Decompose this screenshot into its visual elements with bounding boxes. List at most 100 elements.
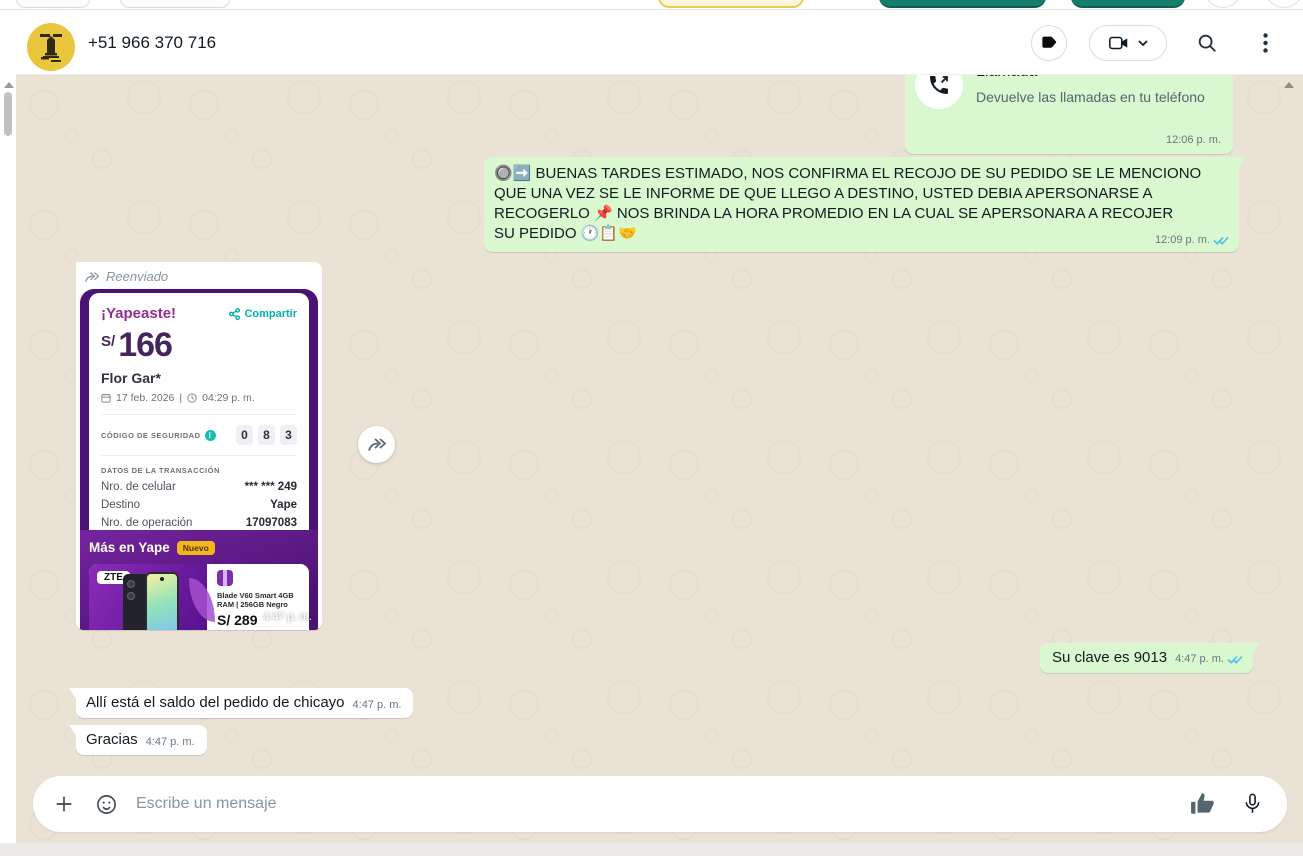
contact-name[interactable]: +51 966 370 716 [88,10,216,75]
recipient-name: Flor Gar* [101,370,161,386]
message-text: Su clave es 9013 [1052,649,1168,666]
row-label: Nro. de celular [101,481,176,493]
host-toolbar-strip [0,0,1303,10]
info-icon[interactable]: i [204,429,216,441]
bottom-strip [0,843,1303,856]
message-time: 4:47 p. m. [145,736,195,748]
label-tag-icon [1041,36,1056,48]
forward-icon [367,438,386,451]
chat-header: +51 966 370 716 [16,10,1303,75]
share-icon [229,307,241,320]
forwarded-label: Reenviado [106,269,169,284]
call-message: Llamada Devuelve las llamadas en tu telé… [905,75,1233,154]
host-tab[interactable] [120,0,230,8]
row-label: Nro. de operación [101,517,193,529]
transaction-row: Nro. de operación 17097083 [101,517,297,529]
header-actions [1031,10,1283,75]
message-time: 4:47 p. m. [352,699,402,711]
host-circle-button[interactable] [1265,0,1303,8]
row-value: Yape [270,499,297,511]
microphone-icon [1245,793,1260,813]
clock-icon [187,393,197,403]
chevron-down-icon [1138,39,1148,46]
emoji-sticker-button[interactable] [95,793,118,816]
incoming-message: Allí está el saldo del pedido de chicayo… [68,688,414,718]
currency: S/ [101,333,116,350]
time: 04:29 p. m. [202,392,255,404]
row-value: 17097083 [245,517,297,529]
calendar-icon [101,393,111,403]
video-camera-icon [1109,36,1128,49]
digit-box: 8 [258,425,275,445]
message-time: 12:06 p. m. [1165,134,1221,146]
amount: 166 [118,326,173,364]
read-receipt-icon [1227,655,1243,664]
host-tab[interactable] [16,0,90,8]
host-circle-button[interactable] [1204,0,1242,8]
new-badge: Nuevo [176,540,215,555]
search-icon [1198,34,1216,52]
transaction-row: Nro. de celular *** *** 249 [101,481,297,493]
sticker-smiley-icon [97,794,116,814]
yape-title: ¡Yapeaste! [101,305,177,322]
separator: | [179,392,183,404]
message-composer [33,776,1287,832]
forward-message-button[interactable] [358,426,395,463]
outgoing-message: 🔘➡️ BUENAS TARDES ESTIMADO, NOS CONFIRMA… [484,157,1246,252]
security-digits: 0 8 3 [236,425,297,445]
message-text: Gracias [86,731,138,748]
call-subtitle: Devuelve las llamadas en tu teléfono [976,89,1205,105]
incoming-message: Gracias 4:47 p. m. [69,725,207,755]
message-text: 🔘➡️ BUENAS TARDES ESTIMADO, NOS CONFIRMA… [494,165,1202,242]
outgoing-message: Su clave es 9013 4:47 p. m. [1040,643,1260,673]
video-call-button[interactable] [1089,24,1167,61]
share-label: Compartir [244,307,297,320]
thumbs-up-icon [1191,793,1214,814]
contact-avatar[interactable] [27,23,75,71]
scroll-up-arrow[interactable] [4,82,14,88]
plus-icon [56,796,72,812]
forwarded-icon [84,271,100,282]
security-code-text: CÓDIGO DE SEGURIDAD [101,430,201,440]
building-avatar-art [40,34,62,62]
call-icon-circle [915,75,963,109]
message-input[interactable] [136,795,1190,813]
product-name: Blade V60 Smart 4GB RAM | 256GB Negro [217,591,294,609]
message-time: 4:47 p. m. [1175,653,1224,665]
message-time: 4:47 p. m. [263,611,312,623]
row-value: *** *** 249 [244,481,297,493]
digit-box: 3 [280,425,297,445]
digit-box: 0 [236,425,253,445]
transaction-datetime: 17 feb. 2026 | 04:29 p. m. [101,392,297,404]
chat-scroll-up-arrow[interactable] [1284,82,1294,88]
host-teal-button[interactable] [879,0,1046,8]
scrollbar-thumb[interactable] [4,92,12,136]
attach-button[interactable] [53,793,75,815]
transaction-row: Destino Yape [101,499,297,511]
labels-button[interactable] [1031,24,1067,61]
date: 17 feb. 2026 [116,392,175,404]
voice-message-button[interactable] [1242,792,1263,816]
phone-front-image [145,572,179,630]
promo-title: Más en Yape [89,540,170,555]
yape-receipt-body: ¡Yapeaste! Compartir S/ 166 Flor Gar* 17… [89,293,309,542]
kebab-menu-icon [1262,32,1268,53]
thumbs-up-button[interactable] [1190,791,1216,817]
whatsapp-window: +51 966 370 716 Devuelve las llamadas en… [0,0,1303,856]
message-time: 12:09 p. m. [1154,234,1210,246]
security-code-label: CÓDIGO DE SEGURIDAD i [101,429,216,441]
transaction-data-label: DATOS DE LA TRANSACCIÓN [101,466,220,475]
message-text: Allí está el saldo del pedido de chicayo [86,694,345,711]
call-title: Llamada [976,75,1037,81]
row-label: Destino [101,499,140,511]
search-button[interactable] [1189,25,1225,61]
share-button[interactable]: Compartir [229,307,297,320]
yape-amount: S/ 166 [101,328,297,362]
host-teal-button[interactable] [1071,0,1185,8]
ad-phone-visual: ZTE [89,564,215,630]
menu-button[interactable] [1247,25,1283,61]
page-scrollbar [0,10,16,843]
read-receipt-icon [1213,236,1229,245]
forwarded-yape-message: Reenviado ¡Yapeaste! Compartir S/ 166 Fl… [76,262,322,630]
host-yellow-button[interactable] [658,0,804,8]
